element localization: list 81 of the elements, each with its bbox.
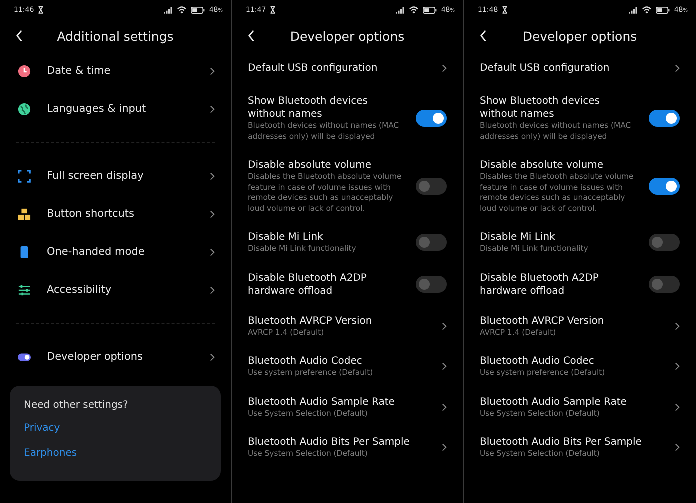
chevron-icon: [210, 66, 215, 76]
item-title: Bluetooth Audio Bits Per Sample: [480, 436, 643, 449]
settings-link[interactable]: Earphones: [24, 448, 78, 459]
item-title: Disable absolute volume: [480, 159, 604, 172]
card-heading: Need other settings?: [24, 400, 128, 411]
settings-item[interactable]: Accessibility: [0, 271, 231, 309]
chevron-icon: [675, 362, 680, 372]
wifi-icon: [409, 6, 420, 14]
screen-title: Developer options: [290, 28, 405, 44]
chevron-icon: [210, 352, 215, 362]
item-title: Bluetooth Audio Sample Rate: [248, 396, 396, 408]
toggle-switch[interactable]: [649, 234, 680, 252]
chevron-icon: [210, 248, 215, 256]
chevron-icon: [675, 443, 680, 452]
back-icon[interactable]: [480, 30, 487, 42]
settings-item[interactable]: Default USB configuration: [464, 52, 696, 84]
chevron-icon: [210, 210, 215, 218]
hourglass-icon: [502, 6, 508, 14]
phone-icon: [18, 246, 31, 258]
toggle-switch[interactable]: [649, 178, 680, 195]
item-title: Bluetooth Audio Codec: [480, 355, 596, 368]
wifi-icon: [177, 6, 188, 14]
item-title: Disable absolute volume: [248, 159, 372, 172]
hourglass-icon: [38, 6, 44, 14]
item-title: Bluetooth Audio Bits Per Sample: [248, 436, 411, 449]
toggle-switch[interactable]: [649, 276, 680, 293]
signal-icon: [164, 6, 174, 14]
chevron-icon: [442, 362, 447, 372]
chevron-icon: [210, 172, 215, 180]
item-title: Bluetooth AVRCP Version: [248, 314, 374, 328]
toggle-switch[interactable]: [416, 110, 447, 127]
boxes-icon: [18, 208, 31, 220]
sliders-icon: [18, 284, 31, 296]
wifi-icon: [642, 6, 652, 14]
item-title: Default USB configuration: [248, 62, 379, 74]
toggle-switch[interactable]: [416, 234, 447, 252]
toggle-switch[interactable]: [416, 178, 447, 195]
item-title: Bluetooth Audio Codec: [248, 355, 364, 368]
back-icon[interactable]: [16, 30, 23, 42]
screen-title: Additional settings: [57, 28, 174, 44]
settings-item[interactable]: Disable Bluetooth A2DP hardware offload: [232, 266, 463, 304]
chevron-icon: [675, 322, 680, 331]
chevron-icon: [210, 286, 215, 294]
settings-item[interactable]: Button shortcuts: [0, 195, 231, 233]
item-title: Disable Mi Link: [248, 231, 324, 244]
screen-title: Developer options: [522, 28, 638, 44]
toggle-switch[interactable]: [416, 276, 447, 293]
settings-link[interactable]: Privacy: [24, 423, 60, 434]
chevron-icon: [442, 64, 447, 72]
chevron-icon: [210, 104, 215, 114]
settings-item[interactable]: Disable Bluetooth A2DP hardware offload: [464, 266, 696, 304]
item-title: Show Bluetooth devices without names: [480, 95, 601, 121]
settings-item[interactable]: Date & time: [0, 52, 231, 90]
clock-icon: [18, 64, 31, 78]
item-title: Disable Mi Link: [480, 231, 556, 244]
hourglass-icon: [270, 6, 276, 14]
item-title: Disable Bluetooth A2DP hardware offload: [480, 272, 600, 298]
toggle-switch[interactable]: [649, 110, 680, 127]
signal-icon: [629, 6, 638, 14]
frame-icon: [18, 170, 31, 182]
battery-icon: [656, 6, 670, 14]
settings-item[interactable]: Full screen display: [0, 157, 231, 195]
chevron-icon: [442, 322, 447, 331]
item-title: Show Bluetooth devices without names: [248, 95, 369, 121]
chevron-icon: [442, 443, 447, 452]
item-title: Bluetooth AVRCP Version: [480, 314, 606, 328]
item-title: Disable Bluetooth A2DP hardware offload: [248, 272, 368, 298]
item-title: Default USB configuration: [480, 62, 611, 74]
signal-icon: [396, 6, 406, 14]
globe-icon: [18, 102, 31, 116]
chevron-icon: [675, 64, 680, 72]
settings-item[interactable]: One-handed mode: [0, 233, 231, 271]
chevron-icon: [675, 402, 680, 412]
settings-item[interactable]: Default USB configuration: [232, 52, 463, 84]
item-title: Bluetooth Audio Sample Rate: [480, 396, 628, 408]
settings-item[interactable]: Developer options: [0, 338, 231, 376]
back-icon[interactable]: [248, 30, 255, 42]
battery-icon: [191, 6, 206, 14]
battery-icon: [423, 6, 438, 14]
settings-item[interactable]: Languages & input: [0, 90, 231, 128]
chevron-icon: [442, 402, 447, 412]
